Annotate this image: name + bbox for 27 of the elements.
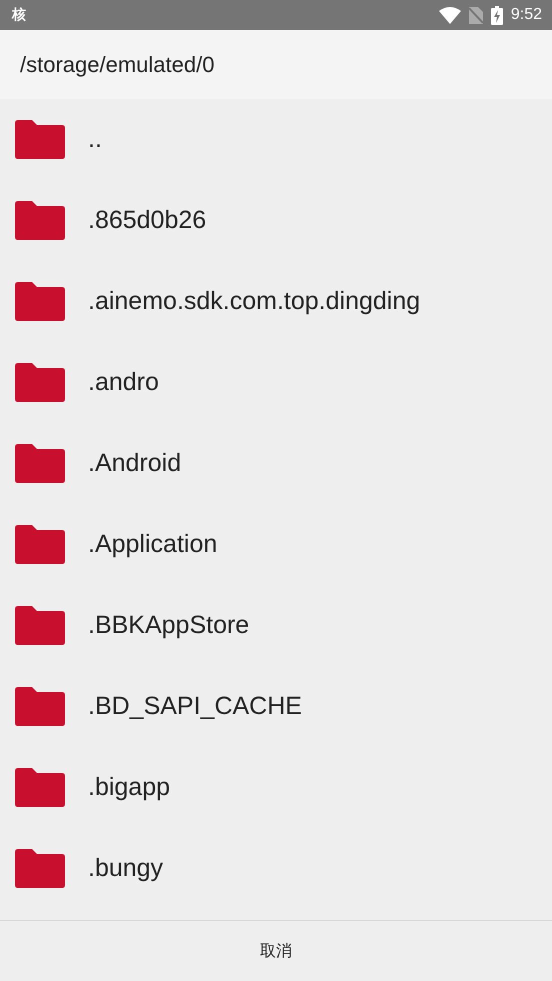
- folder-item[interactable]: ..: [0, 99, 552, 180]
- folder-item[interactable]: .andro: [0, 342, 552, 423]
- folder-icon: [15, 120, 65, 159]
- wifi-icon: [438, 6, 461, 24]
- folder-item[interactable]: .Application: [0, 504, 552, 585]
- current-path: /storage/emulated/0: [20, 52, 214, 78]
- folder-icon: [15, 525, 65, 564]
- folder-icon: [15, 444, 65, 483]
- folder-icon: [15, 606, 65, 645]
- folder-icon: [15, 282, 65, 321]
- notification-label: 核: [12, 6, 26, 24]
- no-sim-icon: [468, 6, 483, 24]
- folder-icon: [15, 849, 65, 888]
- folder-icon: [15, 201, 65, 240]
- folder-item[interactable]: .ainemo.sdk.com.top.dingding: [0, 261, 552, 342]
- folder-icon: [15, 687, 65, 726]
- folder-item[interactable]: .BD_SAPI_CACHE: [0, 666, 552, 747]
- folder-item[interactable]: .Android: [0, 423, 552, 504]
- folder-icon: [15, 768, 65, 807]
- folder-item[interactable]: .BBKAppStore: [0, 585, 552, 666]
- folder-item[interactable]: .bungy: [0, 828, 552, 909]
- folder-item[interactable]: .865d0b26: [0, 180, 552, 261]
- folder-item[interactable]: .bigapp: [0, 747, 552, 828]
- battery-charging-icon: [490, 6, 503, 24]
- folder-icon: [15, 363, 65, 402]
- clock-time: 9:52: [510, 6, 542, 24]
- cancel-button[interactable]: 取消: [244, 932, 308, 970]
